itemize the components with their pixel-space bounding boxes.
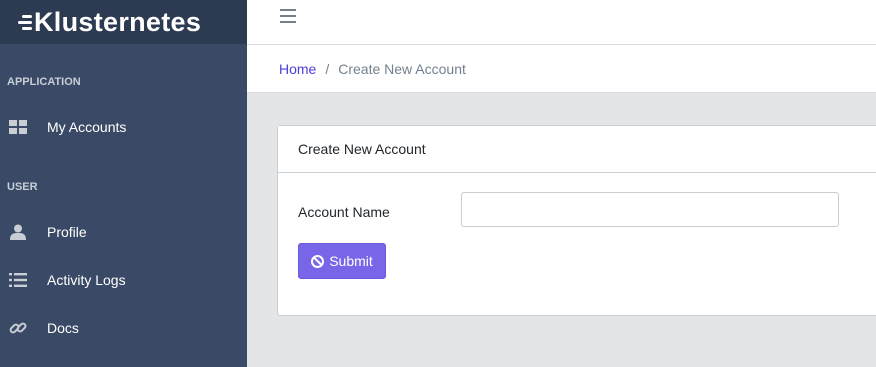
- sidebar-item-docs[interactable]: Docs: [0, 308, 247, 348]
- brand-logo[interactable]: Klusternetes: [0, 0, 247, 44]
- account-name-label: Account Name: [298, 204, 390, 220]
- sidebar-item-label: Profile: [47, 224, 87, 240]
- sidebar-item-label: My Accounts: [47, 119, 127, 135]
- sidebar: Klusternetes APPLICATION My Accounts USE…: [0, 0, 247, 367]
- nav-title-user: USER: [7, 181, 38, 193]
- sidebar-item-profile[interactable]: Profile: [0, 212, 247, 252]
- link-icon: [8, 318, 28, 338]
- breadcrumb: Home / Create New Account: [247, 45, 876, 93]
- sidebar-item-my-accounts[interactable]: My Accounts: [0, 107, 247, 147]
- account-name-input[interactable]: [461, 192, 839, 227]
- brand-name: Klusternetes: [34, 6, 202, 37]
- breadcrumb-current: Create New Account: [338, 60, 466, 77]
- sidebar-item-activity-logs[interactable]: Activity Logs: [0, 260, 247, 300]
- grid-icon: [8, 117, 28, 137]
- logo-icon: [18, 14, 32, 30]
- create-account-card: Create New Account Account Name Submit: [277, 125, 876, 316]
- top-header: [247, 0, 876, 45]
- submit-button-label: Submit: [329, 253, 373, 269]
- sidebar-item-label: Docs: [47, 320, 79, 336]
- breadcrumb-home-link[interactable]: Home: [279, 61, 316, 77]
- nav-title-application: APPLICATION: [7, 76, 81, 88]
- user-icon: [8, 222, 28, 242]
- submit-button[interactable]: Submit: [298, 243, 386, 279]
- sidebar-item-label: Activity Logs: [47, 272, 126, 288]
- list-icon: [8, 270, 28, 290]
- ban-icon: [311, 254, 325, 268]
- breadcrumb-separator: /: [325, 60, 330, 77]
- card-title: Create New Account: [278, 126, 876, 173]
- hamburger-icon[interactable]: [280, 8, 296, 24]
